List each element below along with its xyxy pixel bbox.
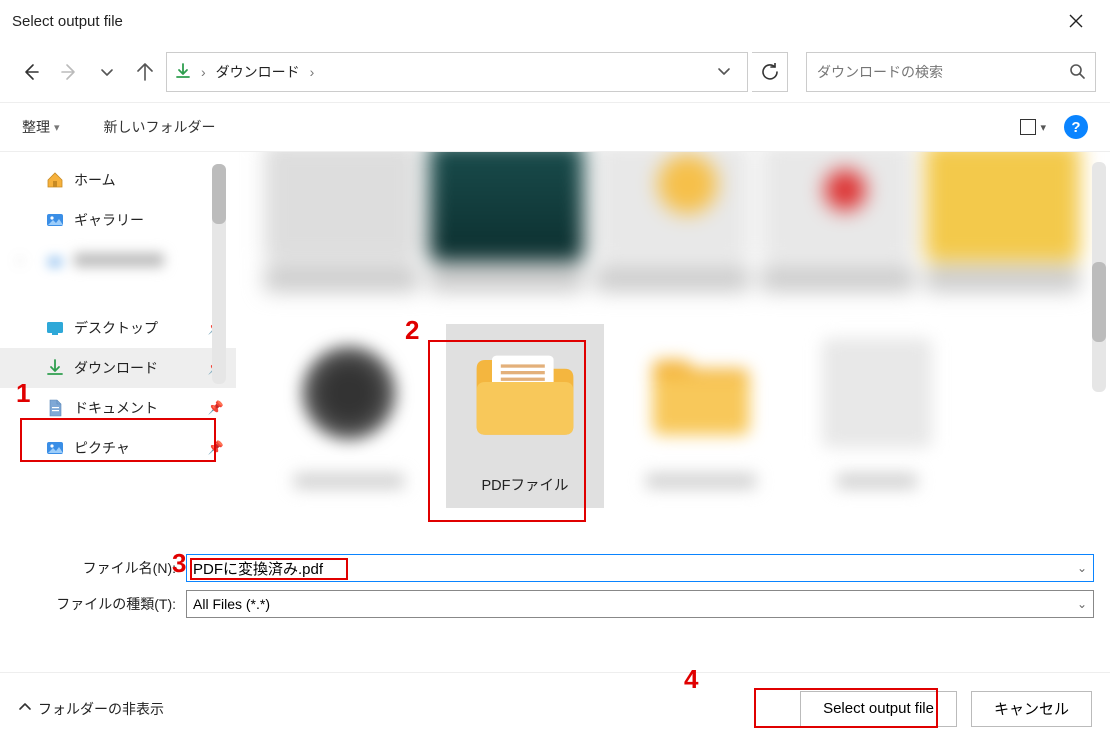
folder-icon xyxy=(470,338,580,448)
documents-icon xyxy=(46,399,64,417)
search-input[interactable] xyxy=(817,64,1069,80)
main-area: ホーム ギャラリー › デスクトップ 📌 xyxy=(0,152,1110,542)
annotation-number-2: 2 xyxy=(405,315,419,346)
toolbar: 整理 ▾ 新しいフォルダー ▾ ? xyxy=(0,102,1110,152)
cloud-icon xyxy=(46,251,64,269)
select-output-file-button[interactable]: Select output file xyxy=(800,691,957,727)
footer: フォルダーの非表示 Select output file キャンセル xyxy=(0,672,1110,744)
organize-label: 整理 xyxy=(22,117,50,137)
path-segment-downloads[interactable]: ダウンロード xyxy=(216,62,300,82)
sidebar-item-gallery[interactable]: ギャラリー xyxy=(0,200,236,240)
filename-field[interactable]: ⌄ xyxy=(186,554,1094,582)
title-bar: Select output file xyxy=(0,0,1110,42)
organize-menu[interactable]: 整理 ▾ xyxy=(22,117,60,137)
sidebar-item-label: ホーム xyxy=(74,170,116,190)
downloads-path-icon xyxy=(175,63,191,82)
chevron-down-icon: ▾ xyxy=(54,121,60,134)
filename-input[interactable] xyxy=(193,560,1087,577)
annotation-number-3: 3 xyxy=(172,548,186,579)
save-fields: ファイル名(N): ⌄ ファイルの種類(T): All Files (*.*) … xyxy=(0,542,1110,622)
pictures-icon xyxy=(46,439,64,457)
arrow-up-icon xyxy=(136,63,154,81)
pin-icon: 📌 xyxy=(208,400,224,416)
search-box[interactable] xyxy=(806,52,1096,92)
new-folder-button[interactable]: 新しいフォルダー xyxy=(104,117,216,137)
view-mode-icon xyxy=(1020,119,1036,135)
path-separator: › xyxy=(197,64,210,80)
close-button[interactable] xyxy=(1053,0,1098,42)
refresh-button[interactable] xyxy=(752,52,788,92)
sidebar-item-label: ギャラリー xyxy=(74,210,144,230)
arrow-right-icon xyxy=(60,63,78,81)
sidebar-item-label: ダウンロード xyxy=(74,358,158,378)
expand-icon[interactable]: › xyxy=(18,253,22,267)
chevron-down-icon[interactable]: ⌄ xyxy=(1077,561,1087,575)
filetype-field[interactable]: All Files (*.*) ⌄ xyxy=(186,590,1094,618)
folder-item[interactable] xyxy=(622,324,780,508)
desktop-icon xyxy=(46,319,64,337)
window-title: Select output file xyxy=(12,13,123,30)
sidebar-item-label: ドキュメント xyxy=(74,398,158,418)
file-grid[interactable]: PDFファイル xyxy=(236,152,1110,542)
history-dropdown[interactable] xyxy=(90,55,124,89)
path-dropdown[interactable] xyxy=(709,64,739,81)
file-item[interactable] xyxy=(270,324,428,508)
chevron-down-icon xyxy=(100,65,114,79)
filetype-value: All Files (*.*) xyxy=(193,596,270,612)
cancel-button[interactable]: キャンセル xyxy=(971,691,1092,727)
view-mode-button[interactable]: ▾ xyxy=(1020,119,1046,135)
file-item[interactable] xyxy=(798,324,956,508)
nav-row: › ダウンロード › xyxy=(0,42,1110,102)
sidebar-item-cloud[interactable]: › xyxy=(0,240,236,280)
gallery-icon xyxy=(46,211,64,229)
forward-button[interactable] xyxy=(52,55,86,89)
navigation-pane: ホーム ギャラリー › デスクトップ 📌 xyxy=(0,152,236,542)
sidebar-scrollbar[interactable] xyxy=(212,164,226,384)
chevron-up-icon xyxy=(18,700,32,717)
annotation-number-4: 4 xyxy=(684,664,698,695)
up-button[interactable] xyxy=(128,55,162,89)
annotation-number-1: 1 xyxy=(16,378,30,409)
sidebar-item-desktop[interactable]: デスクトップ 📌 xyxy=(0,308,236,348)
sidebar-item-pictures[interactable]: ピクチャ 📌 xyxy=(0,428,236,468)
pin-icon: 📌 xyxy=(208,440,224,456)
refresh-icon xyxy=(761,63,779,81)
home-icon xyxy=(46,171,64,189)
sidebar-item-home[interactable]: ホーム xyxy=(0,160,236,200)
downloads-icon xyxy=(46,359,64,377)
filename-label: ファイル名(N): xyxy=(16,558,180,578)
folder-item-pdf[interactable]: PDFファイル xyxy=(446,324,604,508)
help-button[interactable]: ? xyxy=(1064,115,1088,139)
blurred-items-row1 xyxy=(264,152,1080,292)
sidebar-item-documents[interactable]: ドキュメント 📌 xyxy=(0,388,236,428)
search-icon xyxy=(1069,63,1085,82)
sidebar-item-label xyxy=(74,253,164,267)
arrow-left-icon xyxy=(22,63,40,81)
chevron-down-icon xyxy=(717,64,731,78)
chevron-down-icon: ▾ xyxy=(1040,121,1046,134)
content-scrollbar[interactable] xyxy=(1092,162,1106,392)
address-bar[interactable]: › ダウンロード › xyxy=(166,52,748,92)
sidebar-item-downloads[interactable]: ダウンロード 📌 xyxy=(0,348,236,388)
chevron-down-icon[interactable]: ⌄ xyxy=(1077,597,1087,611)
sidebar-item-label: デスクトップ xyxy=(74,318,158,338)
hide-folders-label: フォルダーの非表示 xyxy=(38,699,164,719)
back-button[interactable] xyxy=(14,55,48,89)
sidebar-item-label: ピクチャ xyxy=(74,438,130,458)
close-icon xyxy=(1069,14,1083,28)
hide-folders-toggle[interactable]: フォルダーの非表示 xyxy=(18,699,164,719)
path-separator: › xyxy=(306,64,319,80)
folder-label: PDFファイル xyxy=(482,474,569,495)
filetype-label: ファイルの種類(T): xyxy=(16,594,180,614)
